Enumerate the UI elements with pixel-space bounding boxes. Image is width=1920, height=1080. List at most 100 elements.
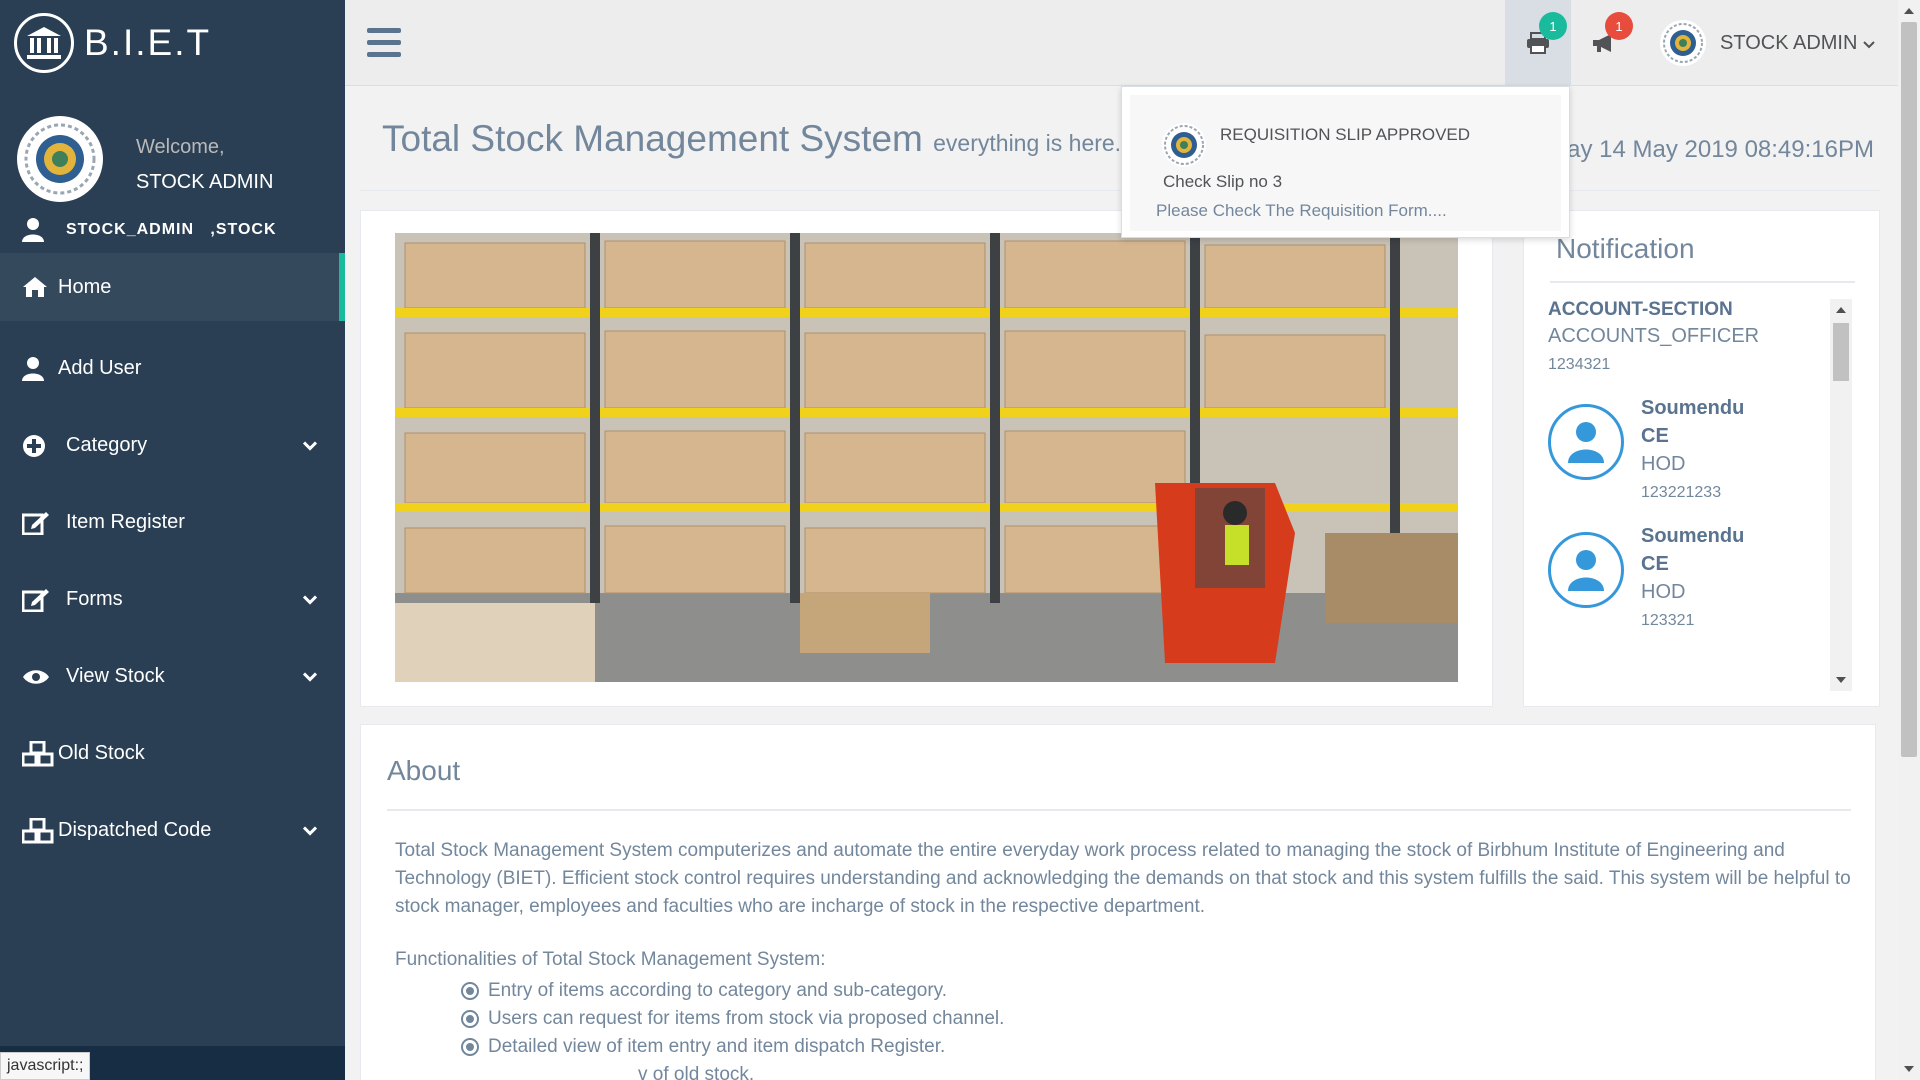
functionalities-list: Entry of items according to category and…: [461, 977, 1004, 1080]
person-designation: HOD: [1641, 581, 1686, 603]
sidebar: B.I.E.T Welcome, STOCK ADMIN STOCK_ADMIN…: [0, 0, 345, 1080]
notification-scrollbar[interactable]: [1830, 299, 1852, 691]
notification-panel: Notification ACCOUNT-SECTION ACCOUNTS_OF…: [1523, 210, 1880, 707]
avatar: [1162, 123, 1206, 167]
brand-title: B.I.E.T: [84, 22, 212, 63]
dropdown-message: Please Check The Requisition Form....: [1156, 201, 1447, 220]
scrollbar-thumb[interactable]: [1833, 323, 1849, 381]
bullet-icon: [461, 1010, 479, 1028]
list-item-text: Detailed view of item entry and item dis…: [488, 1036, 946, 1057]
sidebar-item-label: Dispatched Code: [58, 819, 212, 841]
sidebar-item-label: Home: [58, 275, 112, 298]
edit-icon: [22, 511, 58, 535]
list-item: Users can request for items from stock v…: [461, 1005, 1004, 1033]
list-item-text: Users can request for items from stock v…: [488, 1008, 1005, 1029]
page-title-text: Total Stock Management System: [382, 118, 923, 159]
cubes-icon: [22, 740, 58, 767]
avatar: [17, 116, 103, 202]
list-item: ACCOUNT-SECTION ACCOUNTS_OFFICER 1234321: [1548, 299, 1823, 374]
scroll-up-icon[interactable]: [1830, 301, 1852, 319]
avatar: [1660, 20, 1706, 66]
dropdown-title: REQUISITION SLIP APPROVED: [1220, 125, 1471, 144]
scrollbar-thumb[interactable]: [1901, 22, 1917, 757]
about-title: About: [387, 755, 461, 786]
bullet-icon: [461, 1038, 479, 1056]
list-item: Detailed view of item entry and item dis…: [461, 1033, 1004, 1061]
datetime: ay 14 May 2019 08:49:16PM: [1567, 136, 1874, 163]
functionalities-title: Functionalities of Total Stock Managemen…: [395, 949, 826, 970]
print-notification-button[interactable]: 1: [1505, 0, 1571, 86]
notification-list[interactable]: ACCOUNT-SECTION ACCOUNTS_OFFICER 1234321…: [1548, 299, 1823, 699]
user-menu[interactable]: STOCK ADMIN: [1660, 20, 1876, 66]
list-item: Soumendu CE HOD 123321: [1548, 525, 1823, 630]
page-scrollbar[interactable]: [1898, 0, 1920, 1080]
profile-panel: Welcome, STOCK ADMIN: [0, 86, 345, 206]
person-name: Soumendu: [1641, 397, 1745, 419]
notification-dropdown: REQUISITION SLIP APPROVED Check Slip no …: [1121, 86, 1570, 238]
brand[interactable]: B.I.E.T: [0, 0, 345, 86]
sidebar-menu: Home Add User Category Item Register For…: [0, 253, 345, 869]
bank-icon: [14, 13, 74, 73]
sidebar-item-label: Category: [66, 434, 148, 456]
dropdown-slip: Check Slip no 3: [1163, 172, 1283, 191]
menu-toggle-icon[interactable]: [367, 28, 401, 63]
sidebar-item-label: Forms: [66, 588, 123, 610]
divider: [1550, 281, 1855, 283]
scroll-down-icon[interactable]: [1830, 671, 1852, 689]
home-icon: [22, 276, 58, 298]
person-id: 123321: [1641, 612, 1695, 629]
chevron-down-icon: [1863, 32, 1876, 55]
sidebar-item-forms[interactable]: Forms: [0, 561, 345, 638]
person-dept: CE: [1641, 553, 1669, 575]
user-menu-label: STOCK ADMIN: [1720, 31, 1858, 54]
about-text: Total Stock Management System computeriz…: [395, 840, 1851, 917]
bullet-icon: [461, 982, 479, 1000]
sidebar-item-label: Item Register: [66, 511, 185, 533]
account-role: ACCOUNTS_OFFICER: [1548, 325, 1760, 347]
role-text: STOCK_ADMIN ,STOCK: [66, 220, 277, 238]
sidebar-item-label: Old Stock: [58, 742, 145, 764]
chevron-down-icon: [302, 819, 318, 842]
chevron-down-icon: [302, 665, 318, 688]
list-item: v of old stock.: [461, 1061, 1004, 1080]
top-navbar: 1 1 STOCK ADMIN: [345, 0, 1898, 86]
list-item: Entry of items according to category and…: [461, 977, 1004, 1005]
account-section: ACCOUNT-SECTION: [1548, 299, 1733, 320]
announcement-badge: 1: [1605, 12, 1633, 40]
sidebar-item-label: Add User: [58, 357, 142, 379]
page-subtitle: everything is here...: [933, 130, 1134, 156]
sidebar-item-category[interactable]: Category: [0, 407, 345, 484]
person-dept: CE: [1641, 425, 1669, 447]
announcement-button[interactable]: 1: [1571, 0, 1637, 86]
print-badge: 1: [1539, 12, 1567, 40]
sidebar-item-view-stock[interactable]: View Stock: [0, 638, 345, 715]
notification-dropdown-item[interactable]: REQUISITION SLIP APPROVED Check Slip no …: [1130, 95, 1561, 231]
person-id: 123221233: [1641, 484, 1722, 501]
warehouse-image: [395, 233, 1458, 682]
scroll-up-icon[interactable]: [1898, 2, 1920, 20]
sidebar-item-dispatched-code[interactable]: Dispatched Code: [0, 792, 345, 869]
eye-icon: [22, 668, 58, 686]
list-item: Soumendu CE HOD 123221233: [1548, 397, 1823, 502]
chevron-down-icon: [302, 588, 318, 611]
about-panel: About Total Stock Management System comp…: [360, 724, 1876, 1080]
sidebar-item-item-register[interactable]: Item Register: [0, 484, 345, 561]
banner-panel: [360, 210, 1493, 707]
role-line: STOCK_ADMIN ,STOCK: [0, 206, 345, 253]
browser-status-bar: javascript:;: [0, 1052, 91, 1080]
sidebar-item-add-user[interactable]: Add User: [0, 330, 345, 407]
welcome-text: Welcome,: [136, 136, 225, 158]
list-item-text: Entry of items according to category and…: [488, 980, 948, 1001]
user-icon: [22, 356, 58, 381]
divider: [360, 190, 1880, 191]
user-avatar-icon: [1548, 532, 1624, 608]
page-title: Total Stock Management System everything…: [382, 118, 1134, 160]
user-avatar-icon: [1548, 404, 1624, 480]
edit-icon: [22, 588, 58, 612]
plus-circle-icon: [22, 434, 58, 458]
scroll-down-icon[interactable]: [1898, 1060, 1920, 1078]
user-icon: [22, 217, 44, 242]
sidebar-item-old-stock[interactable]: Old Stock: [0, 715, 345, 792]
sidebar-item-label: View Stock: [66, 665, 165, 687]
sidebar-item-home[interactable]: Home: [0, 253, 345, 321]
